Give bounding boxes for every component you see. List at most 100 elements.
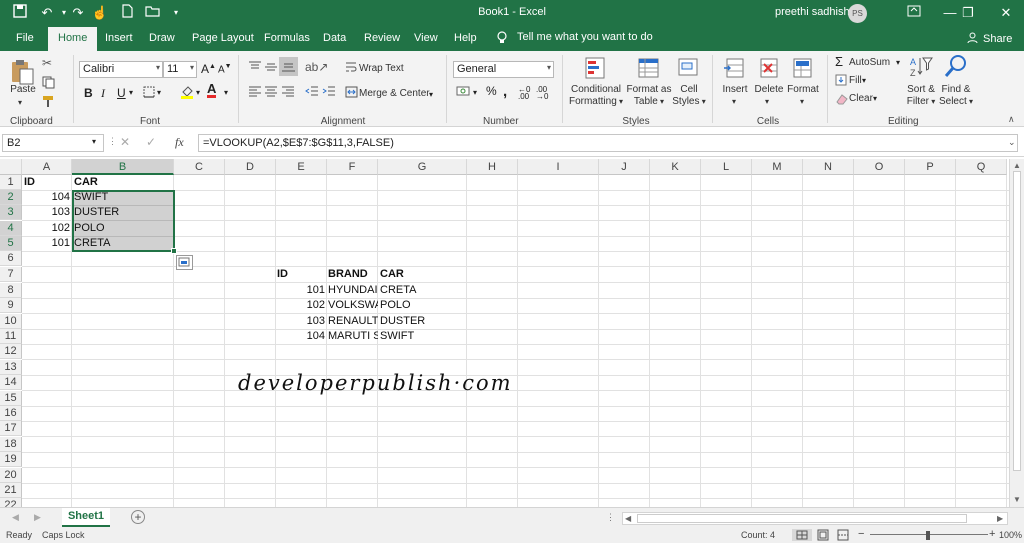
enter-icon[interactable]: ✓ xyxy=(146,135,156,149)
cancel-icon[interactable]: ✕ xyxy=(120,135,130,149)
row-header-13[interactable]: 13 xyxy=(0,360,22,375)
cell-g7[interactable]: CAR xyxy=(380,267,460,282)
zoom-out-icon[interactable]: − xyxy=(858,528,864,540)
page-layout-view-icon[interactable] xyxy=(816,529,830,543)
wrap-text-button[interactable]: Wrap Text xyxy=(359,63,404,75)
decrease-indent-icon[interactable] xyxy=(305,85,319,100)
column-header-d[interactable]: D xyxy=(225,159,276,175)
column-header-f[interactable]: F xyxy=(327,159,378,175)
zoom-level[interactable]: 100% xyxy=(999,530,1022,540)
fill-handle[interactable] xyxy=(171,248,177,254)
fill-button[interactable]: Fill xyxy=(849,75,862,87)
page-break-preview-icon[interactable] xyxy=(836,529,850,543)
cell-b2[interactable]: SWIFT xyxy=(74,190,170,205)
conditional-formatting-icon[interactable] xyxy=(584,56,608,83)
tab-home[interactable]: Home xyxy=(48,27,98,51)
autosum-dropdown-icon[interactable]: ▾ xyxy=(896,58,900,67)
sort-filter-icon[interactable]: AZ xyxy=(909,55,933,84)
italic-icon[interactable]: I xyxy=(101,86,105,101)
format-cells-button[interactable]: Format xyxy=(785,84,821,96)
spreadsheet-grid[interactable]: ABCDEFGHIJKLMNOPQ 1 2 3 4 5 6 7 8 9 10 11 12 13 14 15 1… xyxy=(0,159,1009,507)
copy-icon[interactable] xyxy=(42,76,55,92)
cell-b5[interactable]: CRETA xyxy=(74,236,170,251)
bold-icon[interactable]: B xyxy=(84,86,93,100)
tab-data[interactable]: Data xyxy=(323,32,346,44)
cell-g9[interactable]: POLO xyxy=(380,298,460,313)
cell-a4[interactable]: 102 xyxy=(24,221,72,236)
tab-insert[interactable]: Insert xyxy=(105,32,133,44)
column-header-o[interactable]: O xyxy=(854,159,905,175)
delete-dropdown-icon[interactable]: ▾ xyxy=(765,96,769,108)
cell-f7[interactable]: BRAND xyxy=(328,267,376,282)
scroll-sheets-left-icon[interactable]: ◀ xyxy=(12,512,19,523)
decrease-font-size-icon[interactable]: A▼ xyxy=(218,63,232,75)
format-painter-icon[interactable] xyxy=(42,95,55,111)
cell-g8[interactable]: CRETA xyxy=(380,283,460,298)
font-size-select[interactable]: 11 ▾ xyxy=(163,61,197,78)
autosum-icon[interactable]: Σ xyxy=(835,54,843,69)
fill-color-dropdown-icon[interactable]: ▾ xyxy=(196,88,200,97)
find-select-icon[interactable] xyxy=(944,54,968,83)
tab-sheet1[interactable]: Sheet1 xyxy=(62,508,110,527)
paste-button[interactable]: Paste xyxy=(10,84,36,96)
column-header-n[interactable]: N xyxy=(803,159,854,175)
horizontal-scrollbar[interactable]: ◀ ▶ xyxy=(622,512,1008,525)
name-box-dropdown-icon[interactable]: ▾ xyxy=(92,137,96,146)
underline-icon[interactable]: U xyxy=(117,86,126,100)
cell-b1[interactable]: CAR xyxy=(74,175,170,190)
zoom-slider-thumb[interactable] xyxy=(926,531,930,540)
conditional-formatting-button[interactable]: Conditional Formatting ▾ xyxy=(568,84,624,108)
column-header-a[interactable]: A xyxy=(22,159,72,175)
cell-e9[interactable]: 102 xyxy=(277,298,327,313)
merge-dropdown-icon[interactable]: ▾ xyxy=(429,90,433,99)
tab-page-layout[interactable]: Page Layout xyxy=(192,32,254,44)
comma-style-icon[interactable]: , xyxy=(503,83,507,100)
column-header-q[interactable]: Q xyxy=(956,159,1007,175)
cell-f11[interactable]: MARUTI S xyxy=(328,329,378,344)
column-header-k[interactable]: K xyxy=(650,159,701,175)
column-header-h[interactable]: H xyxy=(467,159,518,175)
row-header-21[interactable]: 21 xyxy=(0,483,22,498)
row-header-10[interactable]: 10 xyxy=(0,314,22,329)
new-sheet-icon[interactable]: + xyxy=(131,510,145,524)
collapse-ribbon-icon[interactable]: ∧ xyxy=(1008,114,1015,125)
font-name-select[interactable]: Calibri ▾ xyxy=(79,61,163,78)
row-header-16[interactable]: 16 xyxy=(0,406,22,421)
clear-button[interactable]: Clear xyxy=(849,93,873,105)
orientation-icon[interactable]: ab↗ xyxy=(305,60,328,74)
ribbon-display-options-icon[interactable] xyxy=(896,0,932,26)
borders-icon[interactable] xyxy=(143,86,155,101)
share-button[interactable]: Share xyxy=(983,33,1012,45)
format-as-table-icon[interactable] xyxy=(637,56,661,83)
cell-f10[interactable]: RENAULT xyxy=(328,314,378,329)
tab-formulas[interactable]: Formulas xyxy=(264,32,310,44)
font-color-dropdown-icon[interactable]: ▾ xyxy=(224,88,228,97)
row-header-18[interactable]: 18 xyxy=(0,437,22,452)
wrap-text-icon[interactable] xyxy=(345,61,357,76)
row-header-12[interactable]: 12 xyxy=(0,344,22,359)
cell-b4[interactable]: POLO xyxy=(74,221,170,236)
cell-a1[interactable]: ID xyxy=(24,175,70,190)
zoom-in-icon[interactable]: + xyxy=(989,528,995,540)
font-color-icon[interactable]: A xyxy=(207,82,217,98)
tab-view[interactable]: View xyxy=(414,32,438,44)
column-header-i[interactable]: I xyxy=(518,159,599,175)
delete-cells-button[interactable]: Delete xyxy=(753,84,785,96)
row-header-3[interactable]: 3 xyxy=(0,205,22,220)
row-header-14[interactable]: 14 xyxy=(0,375,22,390)
insert-cells-button[interactable]: Insert xyxy=(720,84,750,96)
insert-cells-icon[interactable] xyxy=(723,56,747,83)
tab-review[interactable]: Review xyxy=(364,32,400,44)
cell-e11[interactable]: 104 xyxy=(277,329,327,344)
column-header-c[interactable]: C xyxy=(174,159,225,175)
merge-center-icon[interactable] xyxy=(345,86,358,101)
cell-a3[interactable]: 103 xyxy=(24,205,72,220)
cut-icon[interactable]: ✂ xyxy=(42,56,52,70)
insert-dropdown-icon[interactable]: ▾ xyxy=(732,96,736,108)
format-as-table-button[interactable]: Format as Table ▾ xyxy=(624,84,674,108)
align-middle-icon[interactable] xyxy=(264,61,278,76)
borders-dropdown-icon[interactable]: ▾ xyxy=(157,88,161,97)
scroll-sheets-right-icon[interactable]: ▶ xyxy=(34,512,41,523)
column-header-e[interactable]: E xyxy=(276,159,327,175)
row-header-5[interactable]: 5 xyxy=(0,236,22,251)
